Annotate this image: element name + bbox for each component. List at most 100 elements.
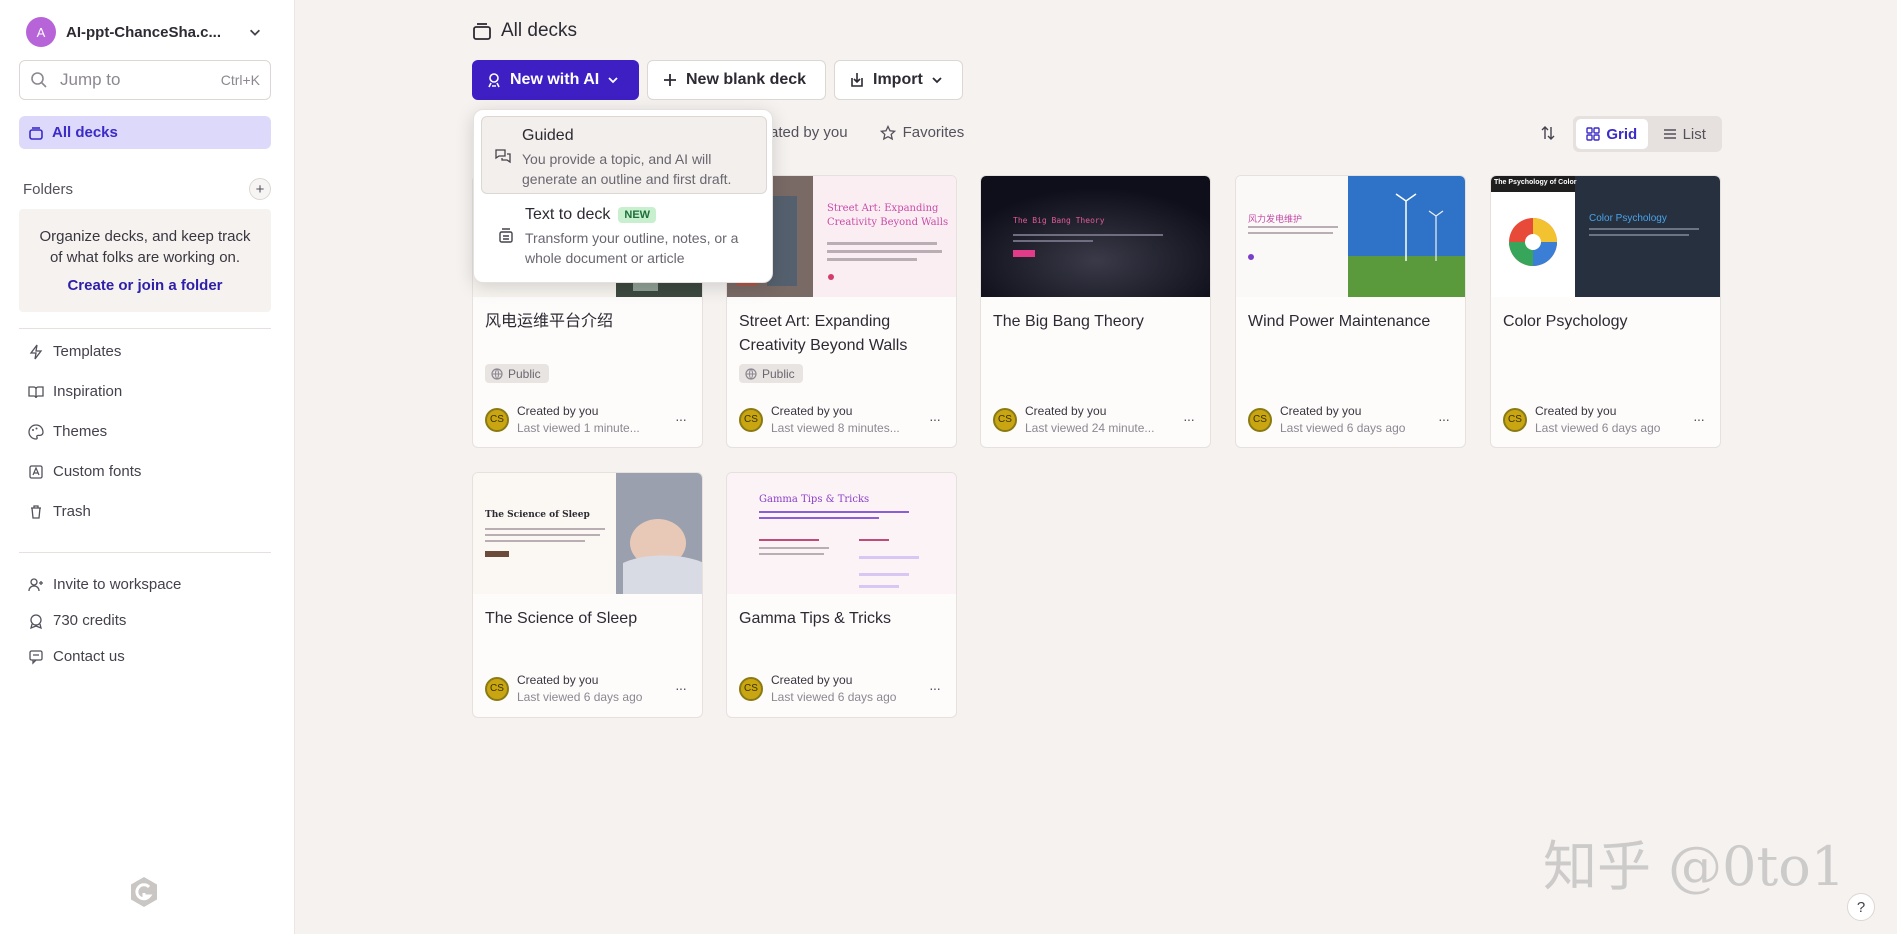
more-options-icon[interactable]: ··· xyxy=(675,680,687,696)
list-view-button[interactable]: List xyxy=(1650,119,1720,149)
thumbnail-title: Color Psychology xyxy=(1589,213,1667,224)
deck-card[interactable]: The Big Bang Theory The Big Bang Theory … xyxy=(980,175,1211,448)
new-with-ai-menu: Guided You provide a topic, and AI will … xyxy=(473,109,773,283)
import-button[interactable]: Import xyxy=(834,60,963,100)
grid-label: Grid xyxy=(1606,125,1638,143)
chat-icon xyxy=(29,649,43,665)
deck-creator: Created by you xyxy=(771,673,853,687)
more-options-icon[interactable]: ··· xyxy=(1693,411,1705,427)
import-icon xyxy=(851,73,863,87)
credits[interactable]: 730 credits xyxy=(28,612,126,629)
menu-item-description: You provide a topic, and AI will generat… xyxy=(522,151,732,187)
thumbnail-title: The Big Bang Theory xyxy=(1013,216,1105,225)
sidebar-item-label: Inspiration xyxy=(53,383,123,400)
more-options-icon[interactable]: ··· xyxy=(1183,411,1195,427)
tab-created-by-you[interactable]: ated by you xyxy=(770,124,848,141)
avatar: CS xyxy=(485,407,509,432)
thumbnail-title: The Science of Sleep xyxy=(485,510,590,520)
new-blank-deck-button[interactable]: New blank deck xyxy=(647,60,826,100)
book-icon xyxy=(28,385,44,398)
thumbnail-title: Gamma Tips & Tricks xyxy=(759,494,870,505)
deck-thumbnail xyxy=(981,176,1210,297)
sidebar-item-custom-fonts[interactable]: Custom fonts xyxy=(28,463,141,480)
new-with-ai-button[interactable]: New with AI xyxy=(472,60,639,100)
list-icon xyxy=(1663,129,1676,139)
palette-icon xyxy=(28,423,44,440)
thumbnail-left-title: The Psychology of Color xyxy=(1494,179,1577,186)
invite-to-workspace[interactable]: Invite to workspace xyxy=(28,576,181,593)
public-badge: Public xyxy=(739,364,803,383)
deck-card[interactable]: The Science of Sleep The Science of Slee… xyxy=(472,472,703,718)
ai-sparkle-icon xyxy=(488,73,500,88)
folders-header: Folders + xyxy=(23,178,271,200)
decks-icon xyxy=(473,23,491,40)
sidebar: A AI-ppt-ChanceSha.c... Jump to Ctrl+K A… xyxy=(0,0,295,934)
chevron-down-icon xyxy=(608,77,618,84)
sort-icon[interactable] xyxy=(1540,125,1556,141)
search-shortcut: Ctrl+K xyxy=(220,72,260,88)
deck-card[interactable]: Gamma Tips & Tricks Gamma Tips & Tricks … xyxy=(726,472,957,718)
deck-last-viewed: Last viewed 6 days ago xyxy=(1280,421,1406,435)
sidebar-item-templates[interactable]: Templates xyxy=(28,343,121,360)
contact-us[interactable]: Contact us xyxy=(28,648,125,665)
deck-meta: CS Created by you Last viewed 6 days ago xyxy=(1503,404,1675,435)
deck-last-viewed: Last viewed 24 minute... xyxy=(1025,421,1155,435)
folders-message: Organize decks, and keep track of what f… xyxy=(39,228,251,266)
folders-empty-state: Organize decks, and keep track of what f… xyxy=(19,209,271,312)
menu-item-title: Guided xyxy=(522,127,574,144)
deck-thumbnail xyxy=(1491,176,1720,297)
badge-label: Public xyxy=(508,366,541,381)
help-button[interactable]: ? xyxy=(1847,893,1875,921)
font-icon xyxy=(29,464,43,479)
deck-meta: CS Created by you Last viewed 8 minutes..… xyxy=(739,404,911,435)
menu-item-title: Text to deck xyxy=(525,206,611,223)
more-options-icon[interactable]: ··· xyxy=(1438,411,1450,427)
deck-card[interactable]: The Psychology of Color Color Psychology… xyxy=(1490,175,1721,448)
avatar: CS xyxy=(739,676,763,701)
deck-thumbnail xyxy=(1236,176,1465,297)
divider xyxy=(19,552,271,553)
list-label: List xyxy=(1682,125,1706,143)
more-options-icon[interactable]: ··· xyxy=(675,411,687,427)
templates-icon xyxy=(29,344,43,359)
sidebar-item-label: All decks xyxy=(52,124,118,141)
deck-creator: Created by you xyxy=(1535,404,1617,418)
workspace-avatar: A xyxy=(26,17,56,47)
view-toggle: Grid List xyxy=(1573,116,1722,152)
trash-icon xyxy=(31,504,41,519)
workspace-switcher[interactable]: A AI-ppt-ChanceSha.c... xyxy=(26,16,262,48)
sidebar-item-inspiration[interactable]: Inspiration xyxy=(28,383,122,400)
more-options-icon[interactable]: ··· xyxy=(929,411,941,427)
chat-bubbles-icon xyxy=(495,149,511,164)
gamma-logo-icon xyxy=(131,877,157,907)
globe-icon xyxy=(491,367,503,380)
watermark: 知乎 @0to1 xyxy=(1543,835,1846,898)
sidebar-item-label: Trash xyxy=(53,503,91,520)
deck-title: 风电运维平台介绍 xyxy=(485,313,614,330)
tab-favorites[interactable]: Favorites xyxy=(903,124,965,141)
menu-item-text-to-deck[interactable]: Text to deck NEW Transform your outline, … xyxy=(481,196,767,274)
sidebar-item-trash[interactable]: Trash xyxy=(28,503,91,520)
more-options-icon[interactable]: ··· xyxy=(929,680,941,696)
menu-item-guided[interactable]: Guided You provide a topic, and AI will … xyxy=(481,116,767,194)
plus-icon xyxy=(664,74,676,86)
deck-last-viewed: Last viewed 6 days ago xyxy=(771,690,897,704)
grid-view-button[interactable]: Grid xyxy=(1576,119,1648,149)
deck-meta: CS Created by you Last viewed 6 days ago xyxy=(1248,404,1420,435)
avatar: CS xyxy=(1248,407,1272,432)
sidebar-item-all-decks[interactable]: All decks xyxy=(19,116,271,149)
sidebar-item-label: Custom fonts xyxy=(53,463,142,480)
add-folder-button[interactable]: + xyxy=(249,178,271,200)
new-badge: NEW xyxy=(618,206,657,223)
sidebar-item-themes[interactable]: Themes xyxy=(28,423,107,440)
create-folder-link[interactable]: Create or join a folder xyxy=(19,277,271,294)
plus-icon: + xyxy=(255,180,265,198)
avatar: CS xyxy=(993,407,1017,432)
deck-card[interactable]: 风力发电维护 Wind Power Maintenance CS Created… xyxy=(1235,175,1466,448)
divider xyxy=(19,328,271,329)
deck-title: The Big Bang Theory xyxy=(993,313,1144,330)
page-title: All decks xyxy=(472,20,577,42)
search-input[interactable]: Jump to Ctrl+K xyxy=(19,60,271,100)
deck-thumbnail xyxy=(727,473,956,594)
deck-title: Color Psychology xyxy=(1503,313,1628,330)
